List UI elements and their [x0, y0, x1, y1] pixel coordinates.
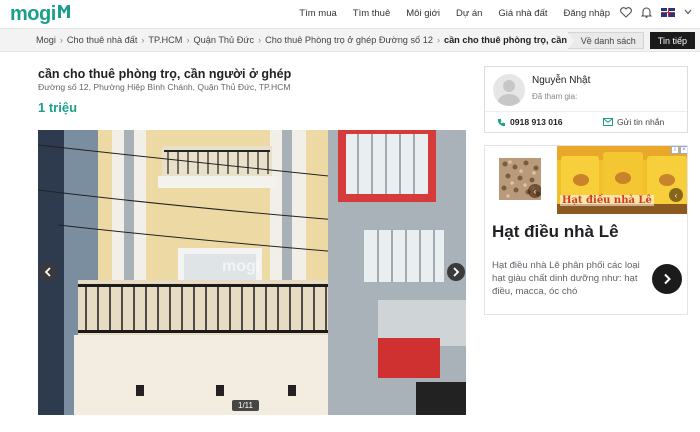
nav-rent[interactable]: Tìm thuê — [353, 8, 391, 19]
listing-title: cần cho thuê phòng trọ, cần người ở ghép — [38, 67, 292, 81]
nav-land-prices[interactable]: Giá nhà đất — [498, 8, 547, 19]
breadcrumb-city[interactable]: TP.HCM — [148, 35, 182, 45]
previous-photo-button[interactable] — [39, 263, 57, 281]
sponsored-ad[interactable]: ‹ Hạt điều nhà Lê ‹ i × Hạt điều nhà Lê … — [484, 145, 688, 315]
ad-description: Hạt điều nhà Lê phân phối các loại hạt g… — [492, 260, 640, 297]
ad-image-caption: Hạt điều nhà Lê — [560, 195, 654, 206]
divider — [485, 111, 687, 112]
breadcrumb-category[interactable]: Cho thuê Phòng trọ ở ghép Đường số 12 — [265, 35, 433, 45]
breadcrumb-bar: Mogi › Cho thuê nhà đất › TP.HCM › Quận … — [0, 28, 700, 52]
mogi-logo[interactable]: mogi — [10, 3, 70, 26]
phone-button[interactable]: 0918 913 016 — [497, 117, 563, 127]
logo-text: mogi — [10, 3, 56, 25]
next-photo-button[interactable] — [447, 263, 465, 281]
bell-icon[interactable] — [641, 6, 652, 18]
breadcrumb: Mogi › Cho thuê nhà đất › TP.HCM › Quận … — [36, 35, 596, 45]
mail-icon — [603, 118, 613, 126]
listing-address: Đường số 12, Phường Hiệp Bình Chánh, Quậ… — [38, 82, 291, 92]
owner-joined: Đã tham gia: — [532, 92, 578, 101]
back-to-list-button[interactable]: Về danh sách — [567, 32, 644, 49]
ad-choices-badge[interactable]: i × — [670, 146, 687, 154]
owner-name[interactable]: Nguyễn Nhật — [532, 75, 590, 86]
uk-flag-icon[interactable] — [661, 7, 675, 17]
ad-hero-chevron-left-icon[interactable]: ‹ — [669, 188, 683, 202]
phone-icon — [497, 118, 506, 126]
chevron-left-icon — [44, 267, 51, 277]
breadcrumb-rent[interactable]: Cho thuê nhà đất — [67, 35, 138, 45]
chevron-right-icon: › — [186, 35, 190, 45]
heart-icon[interactable] — [620, 6, 632, 18]
photo-counter: 1/11 — [232, 400, 259, 411]
nav-buy[interactable]: Tìm mua — [299, 8, 336, 19]
chevron-down-icon[interactable] — [684, 9, 692, 15]
logo-mark-icon — [57, 5, 70, 18]
nav-brokers[interactable]: Môi giới — [406, 8, 440, 19]
listing-price: 1 triệu — [38, 100, 78, 115]
send-message-button[interactable]: Gửi tin nhắn — [603, 117, 664, 127]
listing-photo[interactable]: mogi — [38, 130, 466, 415]
chevron-right-icon: › — [436, 35, 440, 45]
top-header: mogi Tìm mua Tìm thuê Môi giới Dự án Giá… — [0, 0, 700, 28]
ad-close-icon[interactable]: × — [680, 146, 687, 154]
send-message-label: Gửi tin nhắn — [617, 117, 665, 127]
photo-watermark: mogi — [222, 258, 261, 275]
breadcrumb-district[interactable]: Quận Thủ Đức — [193, 35, 254, 45]
chevron-right-icon: › — [141, 35, 145, 45]
ad-thumbnail[interactable]: ‹ — [499, 158, 541, 200]
ad-info-icon[interactable]: i — [671, 146, 679, 154]
chevron-right-icon — [664, 273, 671, 285]
next-listing-button[interactable]: Tin tiếp — [649, 32, 695, 49]
chevron-right-icon: › — [258, 35, 262, 45]
breadcrumb-home[interactable]: Mogi — [36, 35, 56, 45]
chevron-right-icon: › — [59, 35, 63, 45]
header-icons — [611, 6, 692, 18]
ad-thumb-chevron-left-icon[interactable]: ‹ — [528, 184, 541, 198]
nav-projects[interactable]: Dự án — [456, 8, 482, 19]
nav-sign-in[interactable]: Đăng nhập — [564, 8, 610, 19]
avatar[interactable] — [493, 74, 525, 106]
ad-hero-image[interactable]: Hạt điều nhà Lê ‹ i × — [557, 146, 687, 214]
breadcrumb-actions: Về danh sách Tin tiếp — [567, 32, 695, 49]
ad-title[interactable]: Hạt điều nhà Lê — [492, 222, 619, 242]
main-nav: Tìm mua Tìm thuê Môi giới Dự án Giá nhà … — [283, 8, 610, 19]
phone-number: 0918 913 016 — [510, 117, 563, 127]
owner-card: Nguyễn Nhật Đã tham gia: 0918 913 016 Gử… — [484, 66, 688, 133]
ad-open-button[interactable] — [652, 264, 682, 294]
chevron-right-icon — [453, 267, 460, 277]
